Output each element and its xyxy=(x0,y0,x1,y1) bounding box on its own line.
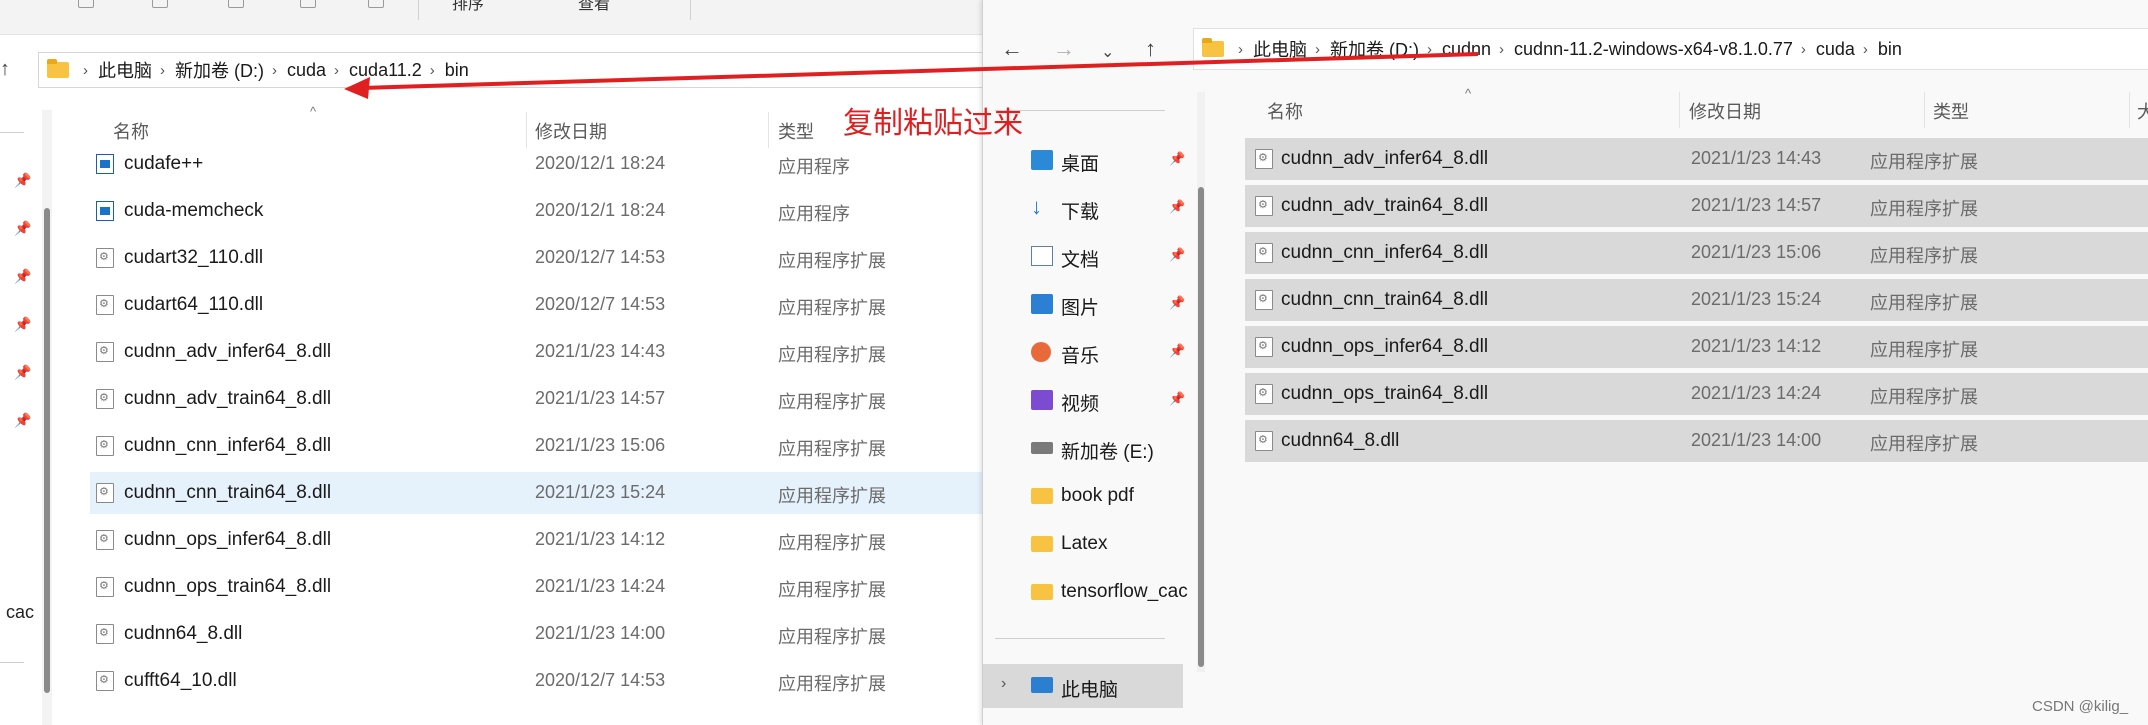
annotation-arrow-head xyxy=(344,77,370,99)
annotation-text: 复制粘贴过来 xyxy=(843,107,1023,140)
annotation-arrow-line xyxy=(361,52,1479,90)
annotation-arrow xyxy=(344,52,1479,99)
watermark: CSDN @kilig_ xyxy=(2032,698,2129,715)
